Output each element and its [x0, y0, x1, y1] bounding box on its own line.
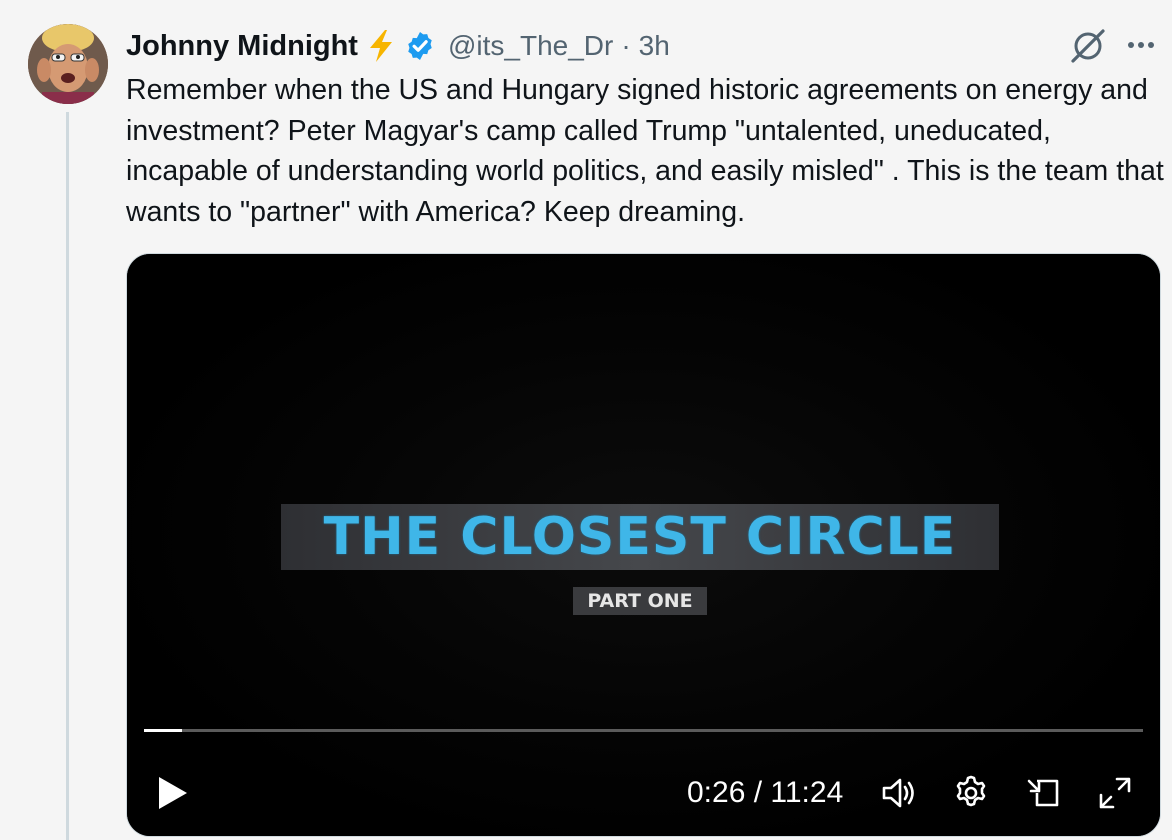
- volume-icon[interactable]: [879, 773, 919, 813]
- separator-dot: ·: [621, 30, 631, 61]
- fullscreen-icon[interactable]: [1095, 773, 1135, 813]
- avatar-image: [28, 24, 108, 104]
- tweet-header: Johnny Midnight @its_The_Dr · 3h: [126, 26, 670, 66]
- tweet-time[interactable]: 3h: [639, 30, 670, 62]
- video-subtitle-band: PART ONE: [573, 587, 707, 615]
- author-name[interactable]: Johnny Midnight: [126, 30, 358, 63]
- video-title-band: THE CLOSEST CIRCLE: [281, 504, 999, 570]
- current-time: 0:26: [687, 776, 746, 809]
- lightning-bolt-icon: [369, 30, 392, 62]
- verified-badge-icon[interactable]: [404, 30, 436, 62]
- play-icon[interactable]: [155, 773, 191, 813]
- picture-in-picture-icon[interactable]: [1023, 773, 1063, 813]
- video-player[interactable]: THE CLOSEST CIRCLE PART ONE 0:26 / 11:24: [126, 253, 1161, 837]
- time-readout: 0:26 / 11:24: [687, 773, 843, 813]
- progress-bar[interactable]: [144, 729, 1143, 732]
- avatar[interactable]: [28, 24, 108, 104]
- more-icon[interactable]: [1124, 30, 1158, 60]
- author-handle[interactable]: @its_The_Dr: [448, 30, 613, 62]
- video-subtitle: PART ONE: [587, 590, 693, 612]
- video-controls: 0:26 / 11:24: [127, 759, 1160, 823]
- time-separator: /: [745, 776, 771, 809]
- video-title: THE CLOSEST CIRCLE: [323, 507, 957, 567]
- thread-line: [66, 112, 69, 840]
- progress-fill: [144, 729, 182, 732]
- duration: 11:24: [770, 776, 844, 809]
- tweet-text: Remember when the US and Hungary signed …: [126, 74, 1164, 228]
- grok-icon[interactable]: [1068, 28, 1108, 64]
- gear-icon[interactable]: [951, 773, 991, 813]
- tweet[interactable]: Johnny Midnight @its_The_Dr · 3h Remembe…: [0, 0, 1172, 840]
